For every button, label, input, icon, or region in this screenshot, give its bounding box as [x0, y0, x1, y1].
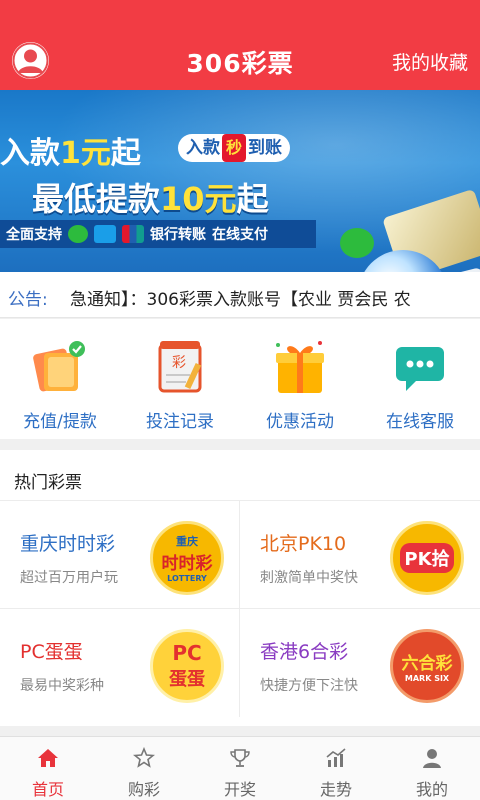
- lottery-card-chongqing[interactable]: 重庆时时彩 超过百万用户玩 重庆 时时彩 LOTTERY: [0, 501, 240, 609]
- lottery-card-pc-dandan[interactable]: PC蛋蛋 最易中奖彩种 PC 蛋蛋: [0, 609, 240, 717]
- alipay-icon: [94, 225, 116, 243]
- quick-actions: 充值/提款 彩 投注记录 优惠活动 在线客服: [0, 319, 480, 439]
- home-icon: [38, 749, 58, 767]
- lottery-name: 重庆时时彩: [20, 533, 116, 555]
- favorites-link[interactable]: 我的收藏: [392, 48, 468, 75]
- banner-line2-highlight: 10元: [160, 180, 237, 218]
- nav-label: 购彩: [127, 780, 160, 799]
- logo-text-wrap: PC 蛋蛋: [153, 632, 221, 700]
- logo-main: 六合彩: [401, 654, 453, 674]
- nav-home[interactable]: 首页: [0, 737, 96, 800]
- announcement-bar[interactable]: 公告: 急通知】：306彩票入款账号【农业 贾会民 农: [0, 272, 480, 318]
- quick-action-bet-records[interactable]: 彩 投注记录: [120, 319, 240, 439]
- unionpay-icon: [122, 225, 144, 243]
- nav-label: 走势: [319, 780, 352, 799]
- quick-action-deposit[interactable]: 充值/提款: [0, 319, 120, 439]
- badge-left: 入款: [186, 138, 220, 158]
- logo-text-wrap: PK拾: [393, 524, 461, 592]
- logo-text-wrap: 重庆 时时彩 LOTTERY: [153, 524, 221, 592]
- trophy-icon: [230, 749, 250, 767]
- star-icon: [133, 747, 155, 768]
- wallet-icon: [33, 341, 85, 392]
- badge-right: 到账: [248, 138, 283, 158]
- badge-mid: 秒: [222, 134, 247, 162]
- logo-main: PK拾: [400, 543, 454, 573]
- mark-six-lottery-logo: 六合彩 MARK SIX: [390, 629, 464, 703]
- banner-headline-2: 最低提款10元起: [32, 174, 269, 220]
- logo-bottom: LOTTERY: [167, 574, 207, 583]
- logo-main: PC: [172, 641, 202, 665]
- quick-action-label: 在线客服: [386, 412, 454, 432]
- notepad-icon: 彩: [158, 341, 202, 393]
- lottery-name: PC蛋蛋: [20, 641, 83, 663]
- chart-icon: [326, 748, 346, 767]
- logo-bottom: 蛋蛋: [169, 669, 205, 690]
- section-title: 热门彩票: [14, 473, 82, 493]
- hot-lottery-section: 热门彩票 重庆时时彩 超过百万用户玩 重庆 时时彩 LOTTERY 北京PK10…: [0, 450, 480, 726]
- top-bar: 306彩票 我的收藏: [0, 0, 480, 90]
- banner-payment-strip: 全面支持 银行转账 在线支付: [0, 220, 316, 248]
- banner-badge: 入款秒到账: [178, 134, 291, 162]
- chat-icon: [396, 347, 444, 391]
- lottery-subtitle: 快捷方便下注快: [260, 678, 358, 694]
- nav-profile[interactable]: 我的: [384, 737, 480, 800]
- nav-buy[interactable]: 购彩: [96, 737, 192, 800]
- lottery-subtitle: 最易中奖彩种: [20, 678, 104, 694]
- strip-mid: 银行转账: [150, 227, 206, 243]
- nav-trend[interactable]: 走势: [288, 737, 384, 800]
- pk10-lottery-logo: PK拾: [390, 521, 464, 595]
- announcement-text: 急通知】：306彩票入款账号【农业 贾会民 农: [70, 290, 411, 310]
- announcement-label: 公告:: [8, 290, 48, 310]
- logo-main: 时时彩: [161, 554, 213, 574]
- banner-line2-prefix: 最低提款: [32, 180, 161, 218]
- lottery-subtitle: 超过百万用户玩: [20, 570, 118, 586]
- strip-left: 全面支持: [6, 227, 62, 243]
- nav-label: 首页: [31, 780, 64, 799]
- quick-action-promotions[interactable]: 优惠活动: [240, 319, 360, 439]
- user-icon: [423, 749, 441, 768]
- svg-text:彩: 彩: [172, 355, 186, 371]
- banner-line1-highlight: 1元: [60, 136, 111, 171]
- banner-line1-prefix: 入款: [0, 136, 60, 171]
- logo-top: 重庆: [176, 535, 198, 548]
- chongqing-lottery-logo: 重庆 时时彩 LOTTERY: [150, 521, 224, 595]
- gift-icon: [276, 341, 324, 393]
- quick-action-label: 投注记录: [146, 412, 214, 432]
- banner-line1-suffix: 起: [110, 136, 141, 171]
- wechat-bubble-icon: [340, 228, 374, 258]
- logo-bottom: MARK SIX: [404, 674, 450, 683]
- bottom-nav: 首页 购彩 开奖 走势 我的: [0, 736, 480, 800]
- lottery-card-beijing-pk10[interactable]: 北京PK10 刺激简单中奖快 PK拾: [240, 501, 480, 609]
- logo-text-wrap: 六合彩 MARK SIX: [393, 632, 461, 700]
- quick-action-label: 优惠活动: [266, 412, 334, 432]
- banner-headline-1: 入款1元起: [0, 128, 141, 172]
- promo-banner[interactable]: 支 10 入款1元起 入款秒到账 最低提款10元起 全面支持 银行转账 在线支付: [0, 90, 480, 272]
- banner-line2-suffix: 起: [236, 180, 269, 218]
- nav-label: 我的: [415, 780, 448, 799]
- wechat-pay-icon: [68, 225, 88, 243]
- nav-label: 开奖: [223, 780, 256, 799]
- lottery-card-mark-six[interactable]: 香港6合彩 快捷方便下注快 六合彩 MARK SIX: [240, 609, 480, 717]
- quick-action-customer-service[interactable]: 在线客服: [360, 319, 480, 439]
- lottery-name: 香港6合彩: [260, 641, 349, 663]
- strip-right: 在线支付: [212, 227, 268, 243]
- pc-dandan-lottery-logo: PC 蛋蛋: [150, 629, 224, 703]
- app-screen: 306彩票 我的收藏 支 10 入款1元起 入款秒到账 最低提款10元起 全面支…: [0, 0, 480, 800]
- quick-action-label: 充值/提款: [23, 412, 97, 432]
- hot-lottery-grid: 重庆时时彩 超过百万用户玩 重庆 时时彩 LOTTERY 北京PK10 刺激简单…: [0, 500, 480, 726]
- lottery-subtitle: 刺激简单中奖快: [260, 570, 358, 586]
- lottery-name: 北京PK10: [260, 533, 347, 555]
- nav-draw-results[interactable]: 开奖: [192, 737, 288, 800]
